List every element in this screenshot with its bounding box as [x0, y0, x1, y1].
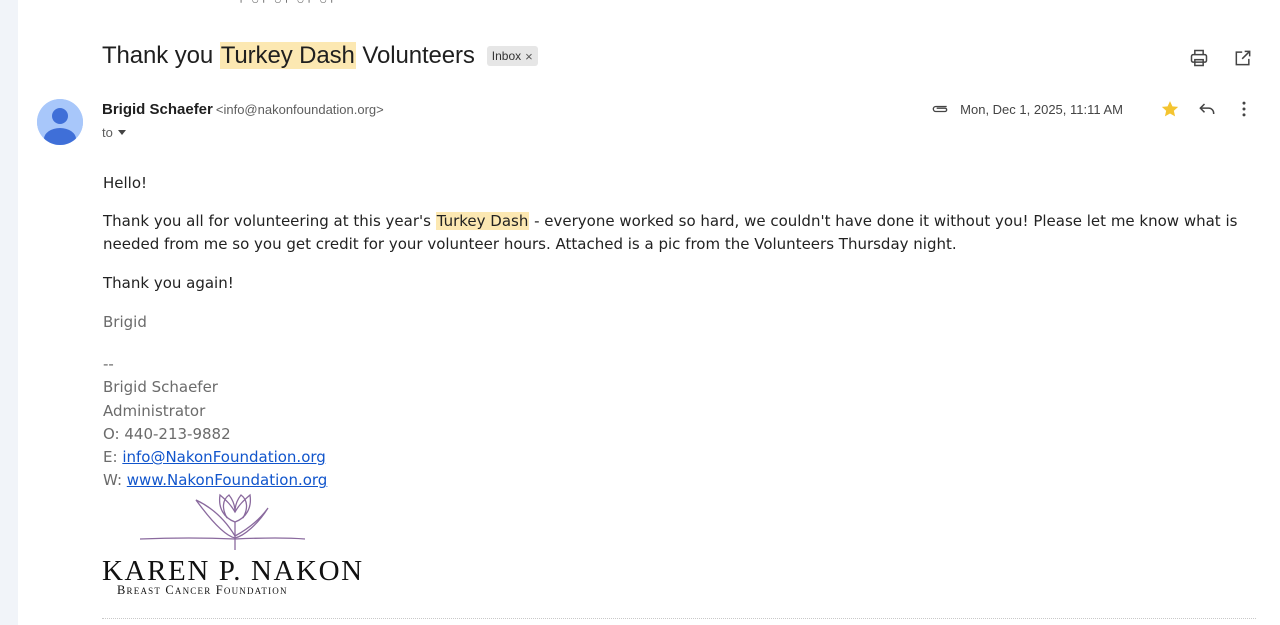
sign-off: Brigid — [103, 313, 147, 331]
star-icon[interactable] — [1158, 97, 1182, 121]
signature-web-line: W: www.NakonFoundation.org — [103, 471, 328, 490]
inbox-label-chip[interactable]: Inbox × — [486, 46, 538, 66]
avatar[interactable] — [37, 99, 83, 145]
body-paragraph: Thank you all for volunteering at this y… — [103, 212, 1238, 253]
reply-icon[interactable] — [1195, 97, 1219, 121]
inbox-label-text: Inbox — [491, 49, 522, 63]
subject-highlight: Turkey Dash — [219, 42, 356, 69]
closing-line: Thank you again! — [103, 274, 234, 292]
sender-email: <info@nakonfoundation.org> — [215, 102, 384, 117]
thread-toolbar — [1188, 47, 1254, 69]
sender-name[interactable]: Brigid Schaefer — [102, 101, 213, 118]
signature-email-line: E: info@NakonFoundation.org — [103, 448, 326, 467]
recipients-toggle[interactable]: to — [102, 125, 126, 140]
subject-row: Thank you Turkey Dash Volunteers Inbox × — [102, 42, 538, 70]
body-highlight: Turkey Dash — [435, 212, 530, 230]
tulip-icon — [139, 493, 306, 550]
more-options-icon[interactable] — [1232, 97, 1256, 121]
open-in-new-window-icon[interactable] — [1232, 47, 1254, 69]
sender-row: Brigid Schaefer <info@nakonfoundation.org… — [102, 101, 384, 118]
signature-email-link[interactable]: info@NakonFoundation.org — [122, 448, 325, 466]
foundation-logo: KAREN P. NAKON Breast Cancer Foundation — [100, 492, 362, 600]
logo-subtitle: Breast Cancer Foundation — [117, 583, 288, 597]
message-date: Mon, Dec 1, 2025, 11:11 AM — [960, 101, 1123, 117]
remove-label-button[interactable]: × — [525, 49, 533, 64]
signature-web-link[interactable]: www.NakonFoundation.org — [127, 471, 328, 489]
signature-block: -- Brigid Schaefer Administrator O: 440-… — [103, 353, 327, 493]
to-label: to — [102, 125, 113, 140]
message-meta: Mon, Dec 1, 2025, 11:11 AM — [930, 97, 1256, 121]
email-subject: Thank you Turkey Dash Volunteers — [102, 42, 475, 69]
greeting: Hello! — [103, 174, 148, 192]
paperclip-icon — [930, 98, 952, 120]
message-divider — [102, 618, 1256, 619]
clipped-top-text: ⌐ ○ ⌐ ○ ⌐ ○ ⌐ ○ ⌐ — [240, 0, 450, 4]
signature-phone: O: 440-213-9882 — [103, 424, 231, 443]
signature-separator: -- — [103, 355, 114, 373]
signature-name: Brigid Schaefer — [103, 378, 218, 397]
printer-icon[interactable] — [1188, 47, 1210, 69]
chevron-down-icon — [117, 130, 126, 135]
signature-title: Administrator — [103, 401, 206, 420]
left-rail — [0, 0, 18, 625]
